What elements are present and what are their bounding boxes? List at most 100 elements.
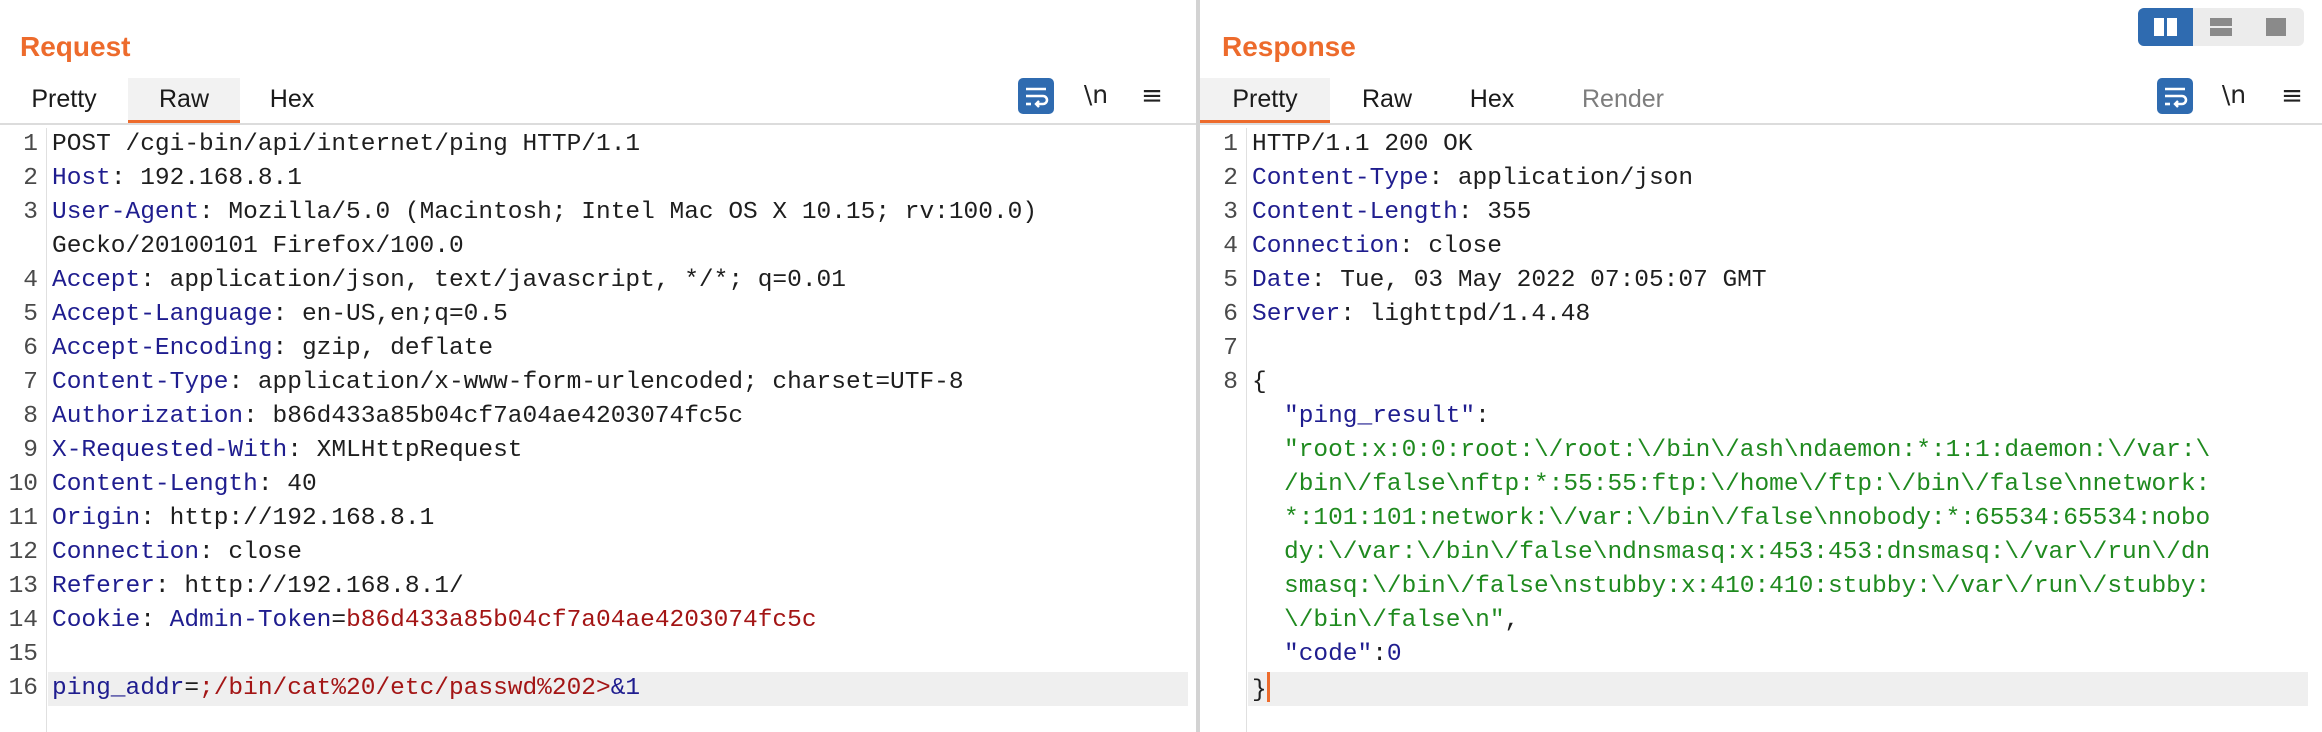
- line-content: HTTP/1.1 200 OK: [1252, 128, 1473, 162]
- newline-toggle-button[interactable]: \n: [2216, 78, 2252, 114]
- line-number: 6: [23, 335, 38, 362]
- code-line: 15: [0, 638, 1196, 672]
- header-colon: :: [110, 165, 126, 192]
- line-content: dy:\/var:\/bin\/false\ndnsmasq:x:453:453…: [1284, 536, 2210, 570]
- tab-pretty[interactable]: Pretty: [20, 78, 108, 124]
- tabbar-divider: [0, 123, 1196, 125]
- line-content: User-Agent: Mozilla/5.0 (Macintosh; Inte…: [52, 196, 1037, 230]
- menu-icon[interactable]: ≡: [2274, 78, 2310, 114]
- code-line: }: [1200, 672, 2322, 706]
- line-number: 2: [1223, 165, 1238, 192]
- code-line: 2 Content-Type: application/json: [1200, 162, 2322, 196]
- line-content: *:101:101:network:\/var:\/bin\/false\nno…: [1284, 502, 2210, 536]
- line-content: Connection: close: [52, 536, 302, 570]
- header-name: Cookie: [52, 607, 141, 634]
- code-line: "code":0: [1200, 638, 2322, 672]
- menu-icon[interactable]: ≡: [1134, 78, 1170, 114]
- wrap-lines-icon: [1026, 87, 1049, 108]
- layout-split-vertical-button[interactable]: [2138, 8, 2193, 46]
- json-comma: ,: [1504, 607, 1520, 634]
- body-param-name: ping_addr: [52, 675, 185, 702]
- header-value: gzip, deflate: [287, 335, 494, 362]
- line-number: 12: [8, 539, 38, 566]
- line-number: 2: [23, 165, 38, 192]
- wrap-toggle-button[interactable]: [2157, 78, 2193, 114]
- line-content: Accept-Encoding: gzip, deflate: [52, 332, 493, 366]
- plain-text: Gecko/20100101 Firefox/100.0: [52, 233, 464, 260]
- response-tabbar: Pretty Raw Hex Render: [1200, 78, 2322, 124]
- code-line: 9 X-Requested-With: XMLHttpRequest: [0, 434, 1196, 468]
- code-line: 14 Cookie: Admin-Token=b86d433a85b04cf7a0…: [0, 604, 1196, 638]
- header-colon: :: [140, 267, 155, 294]
- plain-text: POST /cgi-bin/api/internet/ping HTTP/1.1: [52, 131, 641, 158]
- plain-text: HTTP/1.1 200 OK: [1252, 131, 1473, 158]
- code-line: "root:x:0:0:root:\/root:\/bin\/ash\ndaem…: [1200, 434, 2322, 468]
- line-number: 7: [23, 369, 38, 396]
- header-colon: :: [1428, 165, 1444, 192]
- newline-toggle-button[interactable]: \n: [1078, 78, 1114, 114]
- line-content: smasq:\/bin\/false\nstubby:x:410:410:stu…: [1284, 570, 2210, 604]
- line-content: Date: Tue, 03 May 2022 07:05:07 GMT: [1252, 264, 1767, 298]
- line-number: 8: [23, 403, 38, 430]
- line-number: 3: [1223, 199, 1238, 226]
- code-line: 1 POST /cgi-bin/api/internet/ping HTTP/1.…: [0, 128, 1196, 162]
- line-number: 13: [8, 573, 38, 600]
- code-line: 3 User-Agent: Mozilla/5.0 (Macintosh; Int…: [0, 196, 1196, 230]
- line-number: 15: [8, 641, 38, 668]
- code-line: 5 Date: Tue, 03 May 2022 07:05:07 GMT: [1200, 264, 2322, 298]
- code-line: \/bin\/false\n",: [1200, 604, 2322, 638]
- line-content: }: [1252, 672, 1270, 708]
- line-content: Accept-Language: en-US,en;q=0.5: [52, 298, 508, 332]
- tab-render[interactable]: Render: [1568, 78, 1678, 124]
- header-value: http://192.168.8.1: [154, 505, 435, 532]
- layout-mode-group: [2138, 8, 2304, 46]
- header-colon: :: [287, 437, 302, 464]
- line-number: 14: [8, 607, 38, 634]
- line-number: 3: [23, 199, 38, 226]
- cookie-equals: =: [331, 607, 347, 634]
- tab-raw[interactable]: Raw: [128, 78, 240, 124]
- tab-hex[interactable]: Hex: [252, 78, 332, 124]
- header-colon: :: [140, 505, 155, 532]
- header-name: Content-Length: [52, 471, 258, 498]
- line-number: 8: [1223, 369, 1238, 396]
- header-value: Mozilla/5.0 (Macintosh; Intel Mac OS X 1…: [213, 199, 1038, 226]
- line-number: 16: [8, 675, 38, 702]
- header-name: Referer: [52, 573, 155, 600]
- json-string: \/bin\/false\n": [1284, 607, 1505, 634]
- code-line: 4 Connection: close: [1200, 230, 2322, 264]
- wrap-toggle-button[interactable]: [1018, 78, 1054, 114]
- line-content: Content-Length: 40: [52, 468, 317, 502]
- json-colon: :: [1372, 641, 1387, 668]
- line-content: Authorization: b86d433a85b04cf7a04ae4203…: [52, 400, 743, 434]
- cookie-name: Admin-Token: [169, 607, 332, 634]
- header-colon: :: [228, 369, 244, 396]
- line-number: 9: [23, 437, 38, 464]
- response-pane: Response Pretty Raw Hex Render \n ≡ 1 HTT…: [1200, 0, 2322, 732]
- request-editor[interactable]: 1 POST /cgi-bin/api/internet/ping HTTP/1.…: [0, 128, 1196, 732]
- split-horizontal-icon: [2210, 18, 2232, 36]
- line-content: "root:x:0:0:root:\/root:\/bin\/ash\ndaem…: [1284, 434, 2210, 468]
- header-colon: :: [243, 403, 258, 430]
- code-line: smasq:\/bin\/false\nstubby:x:410:410:stu…: [1200, 570, 2322, 604]
- line-number: 5: [23, 301, 38, 328]
- code-line: 7: [1200, 332, 2322, 366]
- plain-text: }: [1252, 677, 1267, 704]
- layout-split-horizontal-button[interactable]: [2193, 8, 2248, 46]
- header-name: X-Requested-With: [52, 437, 288, 464]
- tab-pretty[interactable]: Pretty: [1200, 78, 1330, 124]
- json-number: 0: [1386, 641, 1402, 668]
- code-line: 3 Content-Length: 355: [1200, 196, 2322, 230]
- header-colon: :: [1340, 301, 1355, 328]
- header-value: close: [213, 539, 302, 566]
- tab-raw[interactable]: Raw: [1342, 78, 1432, 124]
- header-name: Host: [52, 165, 111, 192]
- line-content: Server: lighttpd/1.4.48: [1252, 298, 1590, 332]
- response-editor[interactable]: 1 HTTP/1.1 200 OK 2 Content-Type: applicati…: [1200, 128, 2322, 732]
- body-param-equals: =: [184, 675, 200, 702]
- text-cursor: [1266, 672, 1270, 702]
- header-name: User-Agent: [52, 199, 200, 226]
- layout-single-pane-button[interactable]: [2248, 8, 2303, 46]
- tab-hex[interactable]: Hex: [1452, 78, 1532, 124]
- line-number: 5: [1223, 267, 1238, 294]
